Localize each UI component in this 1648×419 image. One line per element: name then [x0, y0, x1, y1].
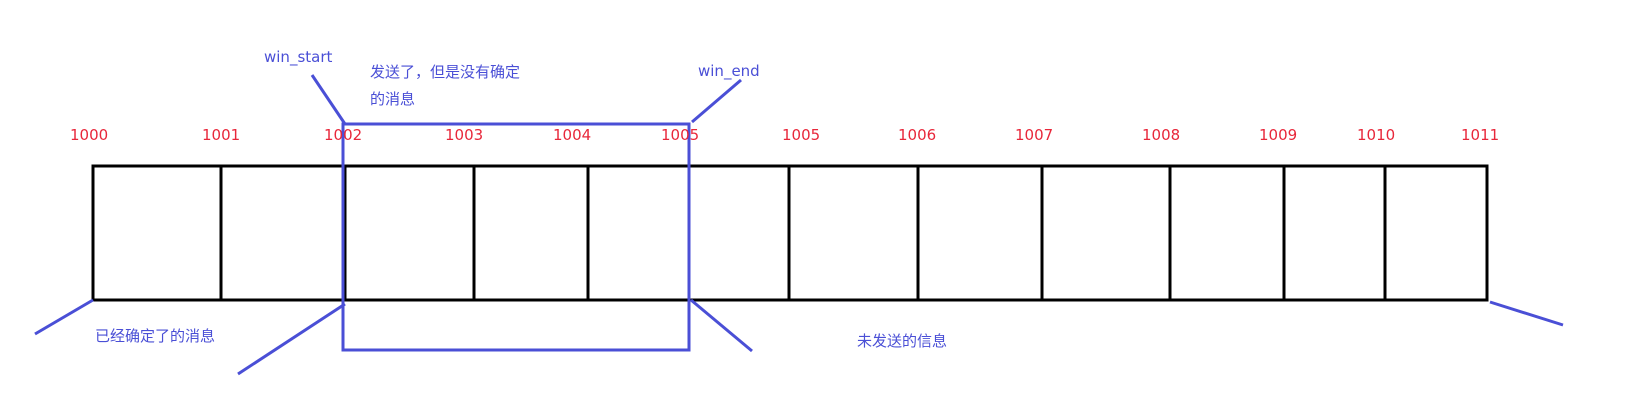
unsent-right-pointer: [1489, 300, 1564, 327]
sent-unconfirmed-label-line1: 发送了，但是没有确定: [370, 63, 521, 81]
cell-1005b: [787, 164, 920, 302]
window-bottom-bracket: [341, 300, 691, 352]
win-end-pointer: [691, 78, 742, 124]
seq-label-1005b: 1005: [782, 126, 821, 144]
cell-1005a: [687, 164, 791, 302]
sliding-window-diagram: [34, 74, 1564, 376]
cell-1000: [91, 164, 223, 302]
unsent-label: 未发送的信息: [857, 332, 948, 350]
cell-1009: [1282, 164, 1387, 302]
cell-1001: [219, 164, 347, 302]
seq-label-1000: 1000: [70, 126, 109, 144]
seq-label-1009: 1009: [1259, 126, 1298, 144]
cell-1010: [1383, 164, 1489, 302]
unsent-left-pointer: [690, 298, 753, 353]
cell-1007: [1040, 164, 1172, 302]
win-start-pointer: [310, 74, 347, 125]
confirmed-label: 已经确定了的消息: [95, 327, 216, 345]
confirmed-left-pointer: [34, 298, 94, 336]
seq-label-1008: 1008: [1142, 126, 1181, 144]
seq-label-1005a: 1005: [661, 126, 700, 144]
seq-label-1002: 1002: [324, 126, 363, 144]
seq-label-1001: 1001: [202, 126, 241, 144]
win-end-label: win_end: [698, 62, 760, 80]
sent-unconfirmed-label-line2: 的消息: [370, 90, 416, 108]
seq-label-1007: 1007: [1015, 126, 1054, 144]
confirmed-right-pointer: [237, 302, 346, 376]
cell-1002: [343, 164, 476, 302]
cell-1008: [1168, 164, 1286, 302]
buffer-cells: [91, 164, 1489, 302]
seq-label-1003: 1003: [445, 126, 484, 144]
seq-label-1011: 1011: [1461, 126, 1500, 144]
cell-1006: [916, 164, 1044, 302]
seq-label-1004: 1004: [553, 126, 592, 144]
cell-1004: [586, 164, 691, 302]
win-start-label: win_start: [264, 48, 333, 66]
seq-label-1006: 1006: [898, 126, 937, 144]
cell-1003: [472, 164, 590, 302]
seq-label-1010: 1010: [1357, 126, 1396, 144]
window-top-bracket: [341, 122, 691, 300]
